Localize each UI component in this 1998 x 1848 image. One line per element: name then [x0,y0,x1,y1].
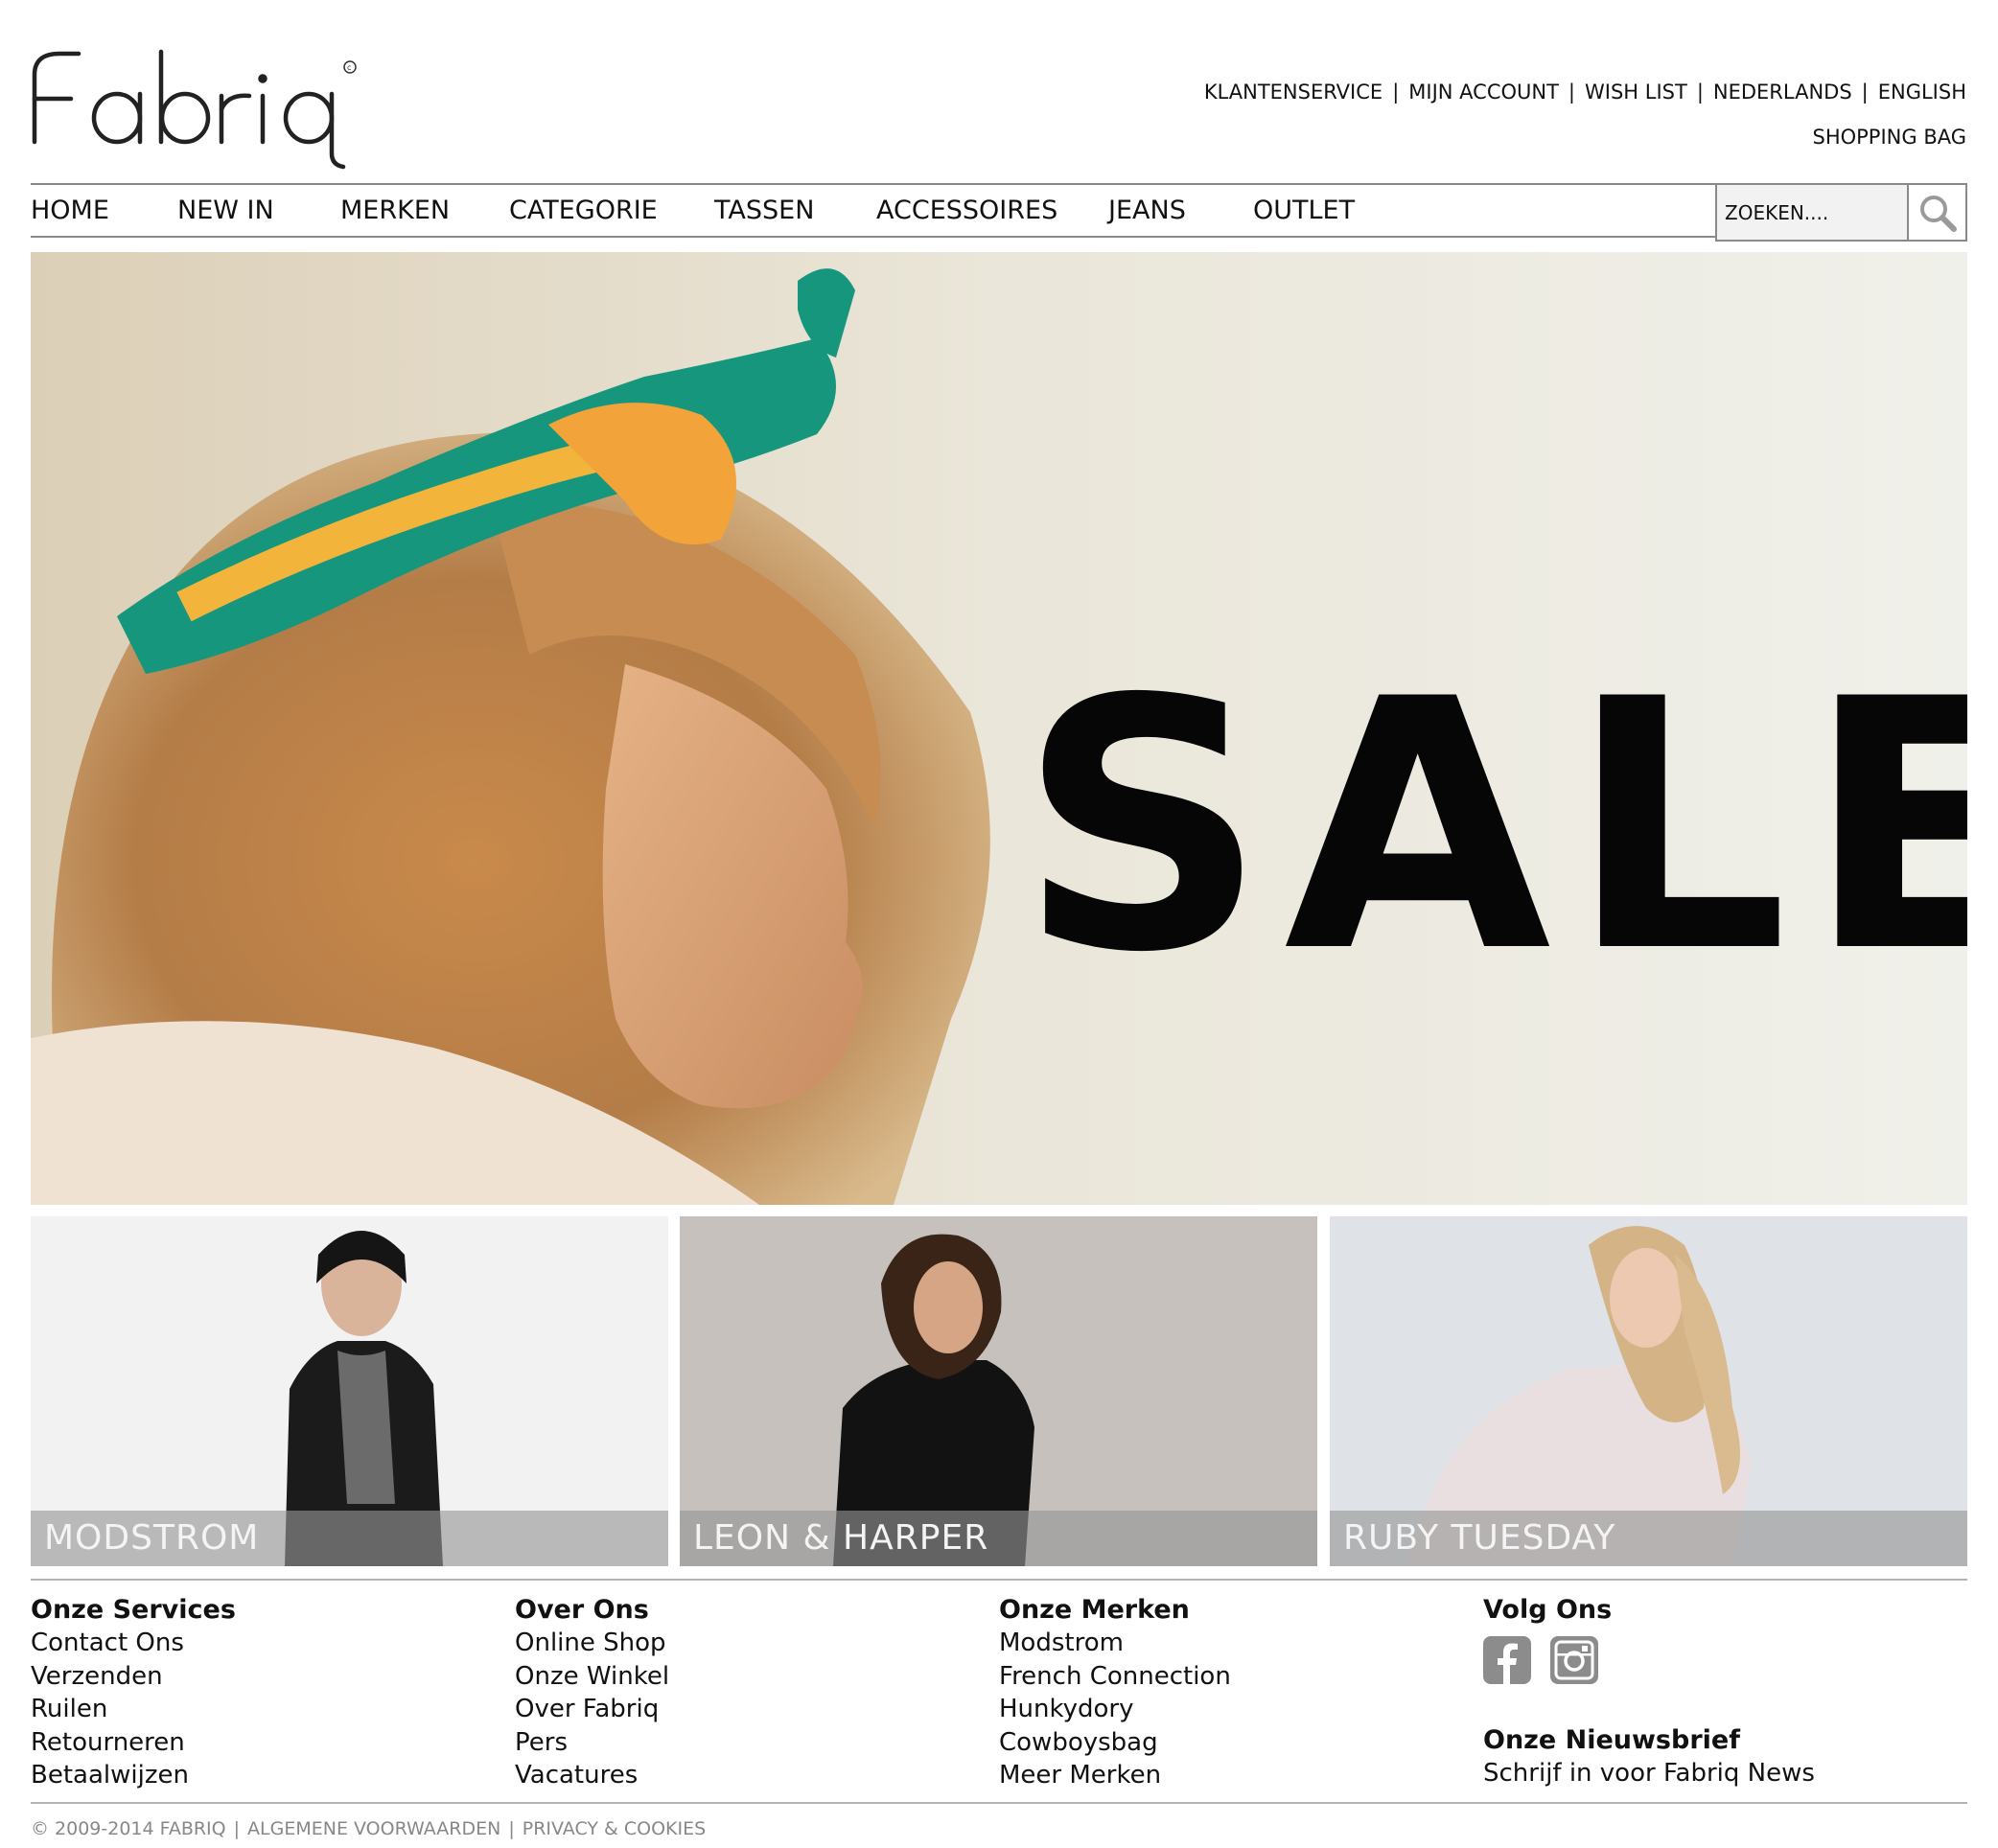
footer-link-vacatures[interactable]: Vacatures [515,1759,975,1792]
link-mijn-account[interactable]: MIJN ACCOUNT [1408,81,1559,104]
main-navigation: HOME NEW IN MERKEN CATEGORIE TASSEN ACCE… [31,183,1967,242]
search-input[interactable] [1717,185,1909,240]
facebook-icon [1483,1636,1531,1684]
footer-divider [31,1802,1967,1804]
tile-label: LEON & HARPER [680,1511,1317,1566]
shopping-bag-link[interactable]: SHOPPING BAG [1812,126,1966,149]
link-english[interactable]: ENGLISH [1878,81,1966,104]
instagram-icon [1550,1636,1598,1684]
brand-tile-modstrom[interactable]: MODSTROM [31,1216,668,1566]
facebook-link[interactable] [1483,1636,1531,1688]
utility-links: KLANTENSERVICE | MIJN ACCOUNT | WISH LIST | NE… [1204,81,1966,104]
hero-sale-text: SALE [1018,626,1967,1028]
footer-link-online-shop[interactable]: Online Shop [515,1627,975,1660]
footer-link-contact-ons[interactable]: Contact Ons [31,1627,491,1660]
search-button[interactable] [1909,185,1965,240]
nav-item-jeans[interactable]: JEANS [1108,185,1186,236]
social-links [1483,1636,1943,1688]
nav-item-new-in[interactable]: NEW IN [177,185,274,236]
footer-link-meer-merken[interactable]: Meer Merken [999,1759,1459,1792]
brand-tile-leon-harper[interactable]: LEON & HARPER [680,1216,1317,1566]
footer-link-pers[interactable]: Pers [515,1726,975,1760]
search-icon [1919,195,1957,232]
footer-link-verzenden[interactable]: Verzenden [31,1660,491,1694]
sale-hero-banner[interactable]: SALE [31,252,1967,1205]
footer-heading: Over Ons [515,1595,649,1625]
footer-link-hunkydory[interactable]: Hunkydory [999,1693,1459,1726]
footer-col-volg-ons: Volg Ons Onze Nieuwsbrief Schrijf in voo… [1483,1594,1943,1790]
link-nederlands[interactable]: NEDERLANDS [1713,81,1852,104]
footer-heading: Volg Ons [1483,1595,1613,1625]
footer-link-modstrom[interactable]: Modstrom [999,1627,1459,1660]
fabriq-logo[interactable]: c [31,46,361,171]
footer-link-french-connection[interactable]: French Connection [999,1660,1459,1694]
tile-label: RUBY TUESDAY [1330,1511,1967,1566]
footer-heading: Onze Services [31,1595,236,1625]
nav-item-categorie[interactable]: CATEGORIE [509,185,658,236]
nav-item-home[interactable]: HOME [31,185,109,236]
link-wish-list[interactable]: WISH LIST [1585,81,1687,104]
fabriq-logo-mark: c [32,49,357,170]
newsletter-signup-link[interactable]: Schrijf in voor Fabriq News [1483,1757,1943,1790]
search-box [1715,183,1967,242]
footer-col-merken: Onze Merken Modstrom French Connection H… [999,1594,1459,1792]
copyright-text: © 2009-2014 FABRIQ [31,1818,226,1839]
separator: | [1392,81,1400,104]
footer-link-betaalwijzen[interactable]: Betaalwijzen [31,1759,491,1792]
footer-heading: Onze Merken [999,1595,1190,1625]
terms-link[interactable]: ALGEMENE VOORWAARDEN [247,1818,500,1839]
separator: | [1568,81,1575,104]
separator: | [233,1818,241,1839]
instagram-link[interactable] [1550,1636,1598,1688]
nav-item-tassen[interactable]: TASSEN [714,185,814,236]
legal-bar: © 2009-2014 FABRIQ | ALGEMENE VOORWAARDEN |… [31,1818,706,1839]
footer-link-onze-winkel[interactable]: Onze Winkel [515,1660,975,1694]
svg-text:c: c [347,63,351,72]
link-klantenservice[interactable]: KLANTENSERVICE [1204,81,1382,104]
footer-link-cowboysbag[interactable]: Cowboysbag [999,1726,1459,1760]
nav-item-merken[interactable]: MERKEN [340,185,450,236]
nav-item-accessoires[interactable]: ACCESSOIRES [876,185,1057,236]
separator: | [1696,81,1704,104]
brand-tile-ruby-tuesday[interactable]: RUBY TUESDAY [1330,1216,1967,1566]
tile-label: MODSTROM [31,1511,668,1566]
newsletter-heading: Onze Nieuwsbrief [1483,1725,1740,1755]
footer-link-over-fabriq[interactable]: Over Fabriq [515,1693,975,1726]
separator: | [1861,81,1869,104]
privacy-cookies-link[interactable]: PRIVACY & COOKIES [523,1818,706,1839]
nav-item-outlet[interactable]: OUTLET [1253,185,1355,236]
footer-col-over-ons: Over Ons Online Shop Onze Winkel Over Fa… [515,1594,975,1792]
footer-divider [31,1579,1967,1581]
footer-link-ruilen[interactable]: Ruilen [31,1693,491,1726]
separator: | [508,1818,515,1839]
footer-link-retourneren[interactable]: Retourneren [31,1726,491,1760]
footer-col-services: Onze Services Contact Ons Verzenden Ruil… [31,1594,491,1792]
